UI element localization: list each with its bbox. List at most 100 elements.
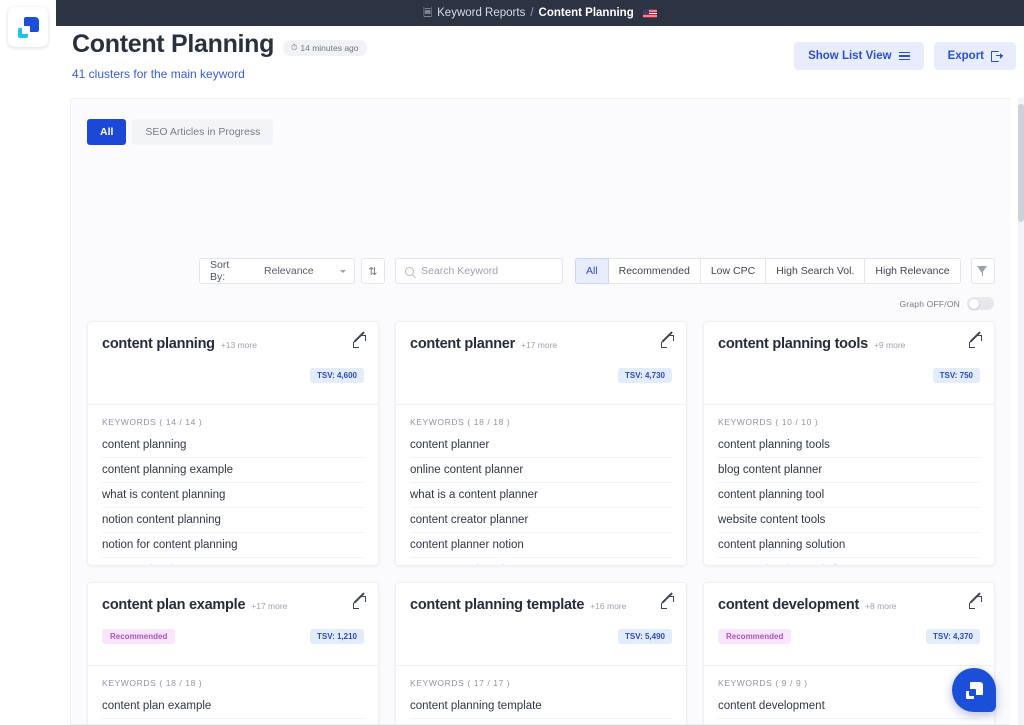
cluster-title-line: content planning template +16 more: [410, 597, 672, 613]
export-label: Export: [947, 50, 984, 62]
clock-icon: ⏱: [291, 42, 298, 52]
keyword-item[interactable]: what is a content planner: [410, 483, 672, 508]
cluster-more-count: +16 more: [590, 601, 627, 611]
cluster-title: content planning template: [410, 597, 585, 613]
pill-high-relevance[interactable]: High Relevance: [865, 258, 961, 284]
keyword-section: KEYWORDS ( 10 / 10 ) content planning too…: [704, 405, 994, 565]
cluster-card-header: content plan example +17 more Recommended T…: [88, 583, 378, 665]
keyword-item[interactable]: blog content planner: [718, 458, 980, 483]
cluster-card-header: content planning tools +9 more TSV: 750: [704, 322, 994, 404]
keyword-item[interactable]: content planning example: [102, 458, 364, 483]
pill-high-search-vol[interactable]: High Search Vol.: [766, 258, 866, 284]
sort-ascending-icon[interactable]: ⇅: [360, 258, 386, 284]
cluster-card[interactable]: content planning template +16 more TSV: 5,…: [395, 582, 687, 724]
page-title: Content Planning: [72, 30, 275, 58]
keyword-item[interactable]: content development jobs: [718, 719, 980, 724]
app-logo[interactable]: [8, 7, 48, 47]
cluster-card-header: content planner +17 more TSV: 4,730: [396, 322, 686, 404]
breadcrumb-current: Content Planning: [538, 7, 634, 19]
expand-icon[interactable]: [969, 591, 982, 609]
cluster-card-header: content development +8 more Recommended TSV…: [704, 583, 994, 665]
filter-funnel-icon: [977, 266, 988, 276]
pill-all[interactable]: All: [574, 258, 609, 284]
last-updated-chip: ⏱ 14 minutes ago: [283, 39, 367, 56]
expand-icon[interactable]: [969, 330, 982, 348]
keyword-item[interactable]: what is content planning: [102, 483, 364, 508]
recommended-badge: Recommended: [718, 628, 792, 644]
cluster-card[interactable]: content planning tools +9 more TSV: 750 KEY…: [703, 321, 995, 566]
search-input[interactable]: [421, 265, 553, 277]
chat-launcher-icon: [965, 681, 983, 699]
header-actions: Show List View Export: [794, 42, 1016, 70]
tab-seo-articles-in-progress[interactable]: SEO Articles in Progress: [132, 119, 274, 145]
keyword-item[interactable]: content planner notion: [410, 533, 672, 558]
expand-icon[interactable]: [353, 591, 366, 609]
keyword-list: content planner online content planner wha…: [410, 433, 672, 565]
keyword-section: KEYWORDS ( 18 / 18 ) content plan example…: [88, 666, 378, 724]
keyword-item[interactable]: content planning: [102, 433, 364, 458]
cluster-badge-row: TSV: 4,600: [102, 367, 364, 383]
keyword-item[interactable]: content planning template: [410, 694, 672, 719]
page-scrollbar-thumb[interactable]: [1018, 104, 1024, 222]
cluster-card-header: content planning +13 more TSV: 4,600: [88, 322, 378, 404]
keyword-item[interactable]: online content planner: [410, 458, 672, 483]
chat-launcher-button[interactable]: [952, 668, 996, 712]
keyword-item[interactable]: content creator planner: [410, 508, 672, 533]
keyword-item[interactable]: content development: [718, 694, 980, 719]
breadcrumb-parent[interactable]: Keyword Reports: [437, 7, 525, 19]
cluster-title: content planning: [102, 336, 215, 352]
keyword-item[interactable]: what is a content plan: [102, 719, 364, 724]
cluster-title: content development: [718, 597, 860, 613]
tsv-badge: TSV: 4,370: [925, 628, 980, 644]
keywords-count-label: KEYWORDS ( 10 / 10 ): [718, 417, 819, 427]
keyword-item[interactable]: content planning solution: [718, 533, 980, 558]
page-title-row: Content Planning ⏱ 14 minutes ago: [72, 30, 367, 59]
expand-icon[interactable]: [661, 330, 674, 348]
keywords-count-label: KEYWORDS ( 18 / 18 ): [410, 417, 511, 427]
graph-toggle-switch[interactable]: [967, 297, 994, 310]
cluster-card[interactable]: content development +8 more Recommended TSV…: [703, 582, 995, 724]
cluster-badge-row: TSV: 750: [718, 367, 980, 383]
expand-icon[interactable]: [661, 591, 674, 609]
keyword-item[interactable]: website content tools: [718, 508, 980, 533]
cluster-more-count: +9 more: [873, 340, 906, 350]
keyword-list: content developmentcontent development j…: [718, 694, 980, 724]
sort-by-select[interactable]: Sort By: Relevance: [199, 258, 355, 284]
keyword-item[interactable]: content planning tools free: [718, 558, 980, 565]
cluster-title: content planning tools: [718, 336, 868, 352]
show-list-view-button[interactable]: Show List View: [794, 42, 924, 70]
cluster-title-line: content planning +13 more: [102, 336, 364, 352]
keyword-item[interactable]: notion content planning: [102, 508, 364, 533]
cluster-title-line: content planning tools +9 more: [718, 336, 980, 352]
tsv-badge: TSV: 750: [932, 367, 980, 383]
keyword-item[interactable]: website planning template: [410, 719, 672, 724]
pill-low-cpc[interactable]: Low CPC: [700, 258, 767, 284]
filter-button[interactable]: [970, 258, 995, 284]
report-icon: 🗏: [423, 6, 433, 19]
keyword-item[interactable]: content planning tool: [718, 483, 980, 508]
search-keyword-field[interactable]: [395, 258, 563, 284]
cluster-title: content plan example: [102, 597, 246, 613]
keyword-item[interactable]: content planning process: [102, 558, 364, 565]
page-subtitle: 41 clusters for the main keyword: [72, 67, 245, 81]
pill-recommended[interactable]: Recommended: [608, 258, 701, 284]
keyword-item[interactable]: content planning tools: [718, 433, 980, 458]
list-lines-icon: [898, 51, 910, 61]
search-icon: [405, 266, 415, 276]
keyword-item[interactable]: notion for content planning: [102, 533, 364, 558]
export-button[interactable]: Export: [933, 42, 1016, 70]
cluster-card[interactable]: content planning +13 more TSV: 4,600 KEYWOR…: [87, 321, 379, 566]
cluster-card[interactable]: content planner +17 more TSV: 4,730 KEYWORD…: [395, 321, 687, 566]
keyword-item[interactable]: content planner: [410, 433, 672, 458]
us-flag-icon: [642, 8, 657, 18]
keyword-item[interactable]: content creation planner: [410, 558, 672, 565]
graph-toggle[interactable]: Graph OFF/ON: [900, 297, 994, 310]
tab-all[interactable]: All: [87, 119, 127, 145]
cluster-badge-row: Recommended TSV: 4,370: [718, 628, 980, 644]
cluster-card-header: content planning template +16 more TSV: 5,…: [396, 583, 686, 665]
last-updated-text: 14 minutes ago: [300, 42, 359, 53]
cluster-card[interactable]: content plan example +17 more Recommended T…: [87, 582, 379, 724]
keyword-item[interactable]: content plan example: [102, 694, 364, 719]
expand-icon[interactable]: [353, 330, 366, 348]
show-list-view-label: Show List View: [808, 50, 892, 62]
